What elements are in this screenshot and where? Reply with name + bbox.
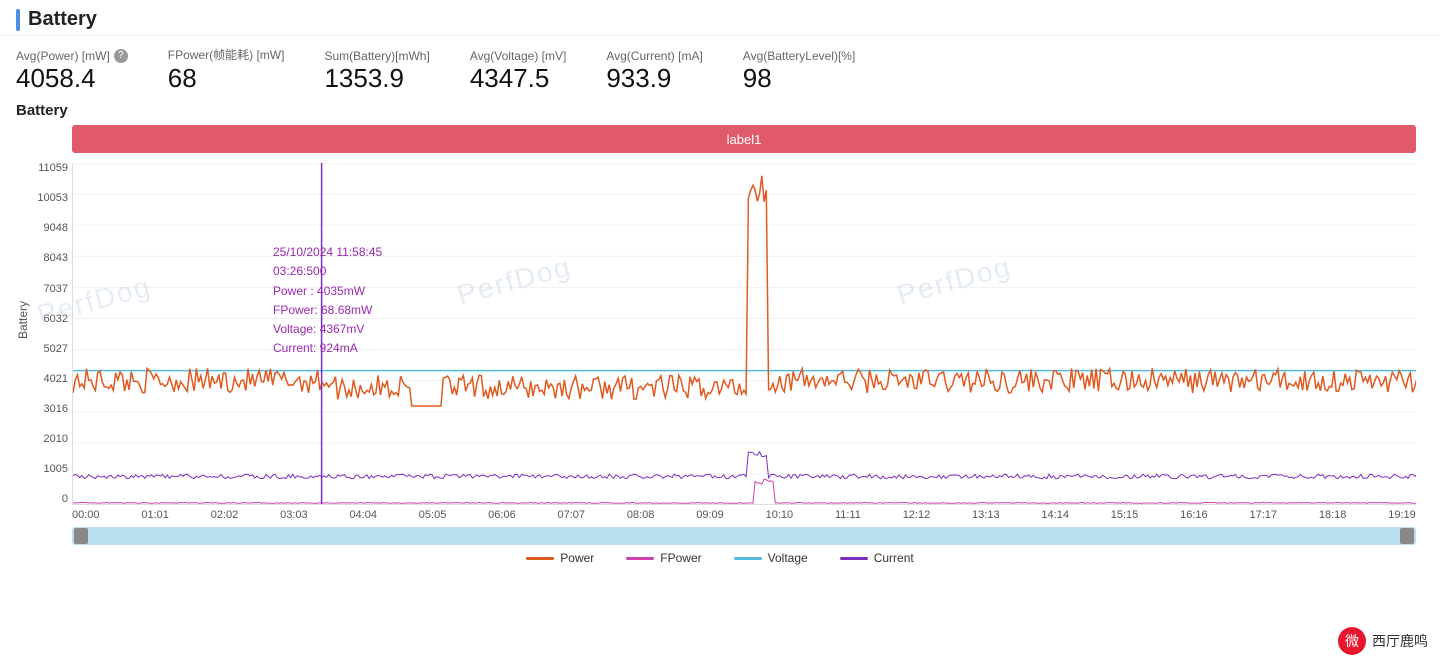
page-wrapper: Battery Avg(Power) [mW]? 4058.4 FPower(帧… [0, 0, 1440, 663]
y-axis-label: 1005 [44, 464, 68, 475]
x-axis-label: 15:15 [1111, 509, 1139, 521]
legend-item: Current [840, 551, 914, 565]
stat-label: Avg(Voltage) [mV] [470, 49, 567, 63]
label-bar-text: label1 [727, 132, 762, 147]
x-axis-label: 10:10 [766, 509, 794, 521]
x-axis-label: 09:09 [696, 509, 724, 521]
stat-label: FPower(帧能耗) [mW] [168, 46, 285, 63]
stat-value: 4058.4 [16, 63, 96, 94]
y-axis-label: 3016 [44, 404, 68, 415]
legend-line [626, 557, 654, 560]
info-icon[interactable]: ? [114, 49, 128, 63]
y-axis-label: 8043 [44, 253, 68, 264]
legend-item: Voltage [734, 551, 808, 565]
x-axis-label: 11:11 [835, 509, 861, 521]
legend-item: FPower [626, 551, 701, 565]
stat-item: FPower(帧能耗) [mW] 68 [168, 46, 285, 94]
legend-label: FPower [660, 551, 701, 565]
stat-label: Sum(Battery)[mWh] [324, 49, 429, 63]
x-axis-label: 05:05 [419, 509, 447, 521]
x-axis-label: 00:00 [72, 509, 100, 521]
x-axis-label: 17:17 [1249, 509, 1277, 521]
x-axis-label: 18:18 [1319, 509, 1347, 521]
y-axis: 0 1005 2010 3016 4021 5027 6032 7037 8043 9048 100… [16, 163, 72, 505]
scrollbar-handle-left[interactable] [74, 528, 88, 544]
x-axis-label: 03:03 [280, 509, 308, 521]
title-text: Battery [28, 8, 97, 31]
page-title: Battery [16, 8, 1424, 31]
stat-item: Avg(Power) [mW]? 4058.4 [16, 49, 128, 94]
x-axis-label: 02:02 [211, 509, 239, 521]
chart-section: Battery label1 PerfDog PerfDog PerfDog B… [0, 98, 1440, 545]
legend-label: Power [560, 551, 594, 565]
tooltip-fpower: FPower: 68.68mW [273, 301, 382, 320]
stats-row: Avg(Power) [mW]? 4058.4 FPower(帧能耗) [mW]… [0, 36, 1440, 98]
stat-item: Sum(Battery)[mWh] 1353.9 [324, 49, 429, 94]
label-bar: label1 [72, 125, 1416, 153]
y-axis-label: 7037 [44, 284, 68, 295]
chart-title: Battery [16, 102, 1424, 119]
tooltip-time: 03:26:500 [273, 262, 382, 281]
x-axis-label: 08:08 [627, 509, 655, 521]
x-axis-label: 01:01 [141, 509, 169, 521]
x-axis-label: 07:07 [558, 509, 586, 521]
y-axis-label: 0 [62, 494, 68, 505]
stat-value: 933.9 [606, 63, 671, 94]
y-axis-label: 6032 [44, 314, 68, 325]
x-axis-label: 16:16 [1180, 509, 1208, 521]
x-axis-label: 04:04 [349, 509, 377, 521]
legend: Power FPower Voltage Current [0, 545, 1440, 567]
stat-label: Avg(Current) [mA] [606, 49, 702, 63]
tooltip: 25/10/2024 11:58:45 03:26:500 Power : 40… [273, 243, 382, 358]
scrollbar-handle-right[interactable] [1400, 528, 1414, 544]
chart-container: label1 PerfDog PerfDog PerfDog Battery 0… [16, 125, 1424, 545]
stat-item: Avg(BatteryLevel)[%] 98 [743, 49, 856, 94]
x-axis-label: 12:12 [903, 509, 931, 521]
legend-line [840, 557, 868, 560]
header: Battery [0, 0, 1440, 36]
weibo-icon: 微 [1338, 627, 1366, 655]
tooltip-datetime: 25/10/2024 11:58:45 [273, 243, 382, 262]
tooltip-power: Power : 4035mW [273, 282, 382, 301]
legend-item: Power [526, 551, 594, 565]
stat-value: 98 [743, 63, 772, 94]
legend-label: Voltage [768, 551, 808, 565]
chart-plot[interactable]: 25/10/2024 11:58:45 03:26:500 Power : 40… [72, 163, 1416, 505]
stat-item: Avg(Voltage) [mV] 4347.5 [470, 49, 567, 94]
x-axis-label: 19:19 [1388, 509, 1416, 521]
stat-value: 1353.9 [324, 63, 404, 94]
stat-item: Avg(Current) [mA] 933.9 [606, 49, 702, 94]
y-axis-label: 5027 [44, 344, 68, 355]
x-axis: 00:00 01:01 02:02 03:03 04:04 05:05 06:06 07:07… [72, 505, 1416, 525]
logo-text: 西厅鹿鸣 [1372, 631, 1428, 651]
y-axis-label: 11059 [38, 163, 68, 174]
tooltip-voltage: Voltage: 4367mV [273, 320, 382, 339]
y-axis-label: 10053 [37, 193, 68, 204]
stat-value: 68 [168, 63, 197, 94]
legend-line [526, 557, 554, 560]
tooltip-current: Current: 924mA [273, 339, 382, 358]
bottom-logo: 微 西厅鹿鸣 [1338, 627, 1428, 655]
legend-line [734, 557, 762, 560]
x-axis-label: 13:13 [972, 509, 1000, 521]
y-axis-label: 9048 [44, 223, 68, 234]
stat-value: 4347.5 [470, 63, 550, 94]
x-axis-label: 14:14 [1041, 509, 1069, 521]
legend-label: Current [874, 551, 914, 565]
scrollbar[interactable] [72, 527, 1416, 545]
x-axis-label: 06:06 [488, 509, 516, 521]
stat-label: Avg(BatteryLevel)[%] [743, 49, 856, 63]
y-axis-label: 4021 [44, 374, 68, 385]
stat-label: Avg(Power) [mW]? [16, 49, 128, 63]
y-axis-label: 2010 [44, 434, 68, 445]
